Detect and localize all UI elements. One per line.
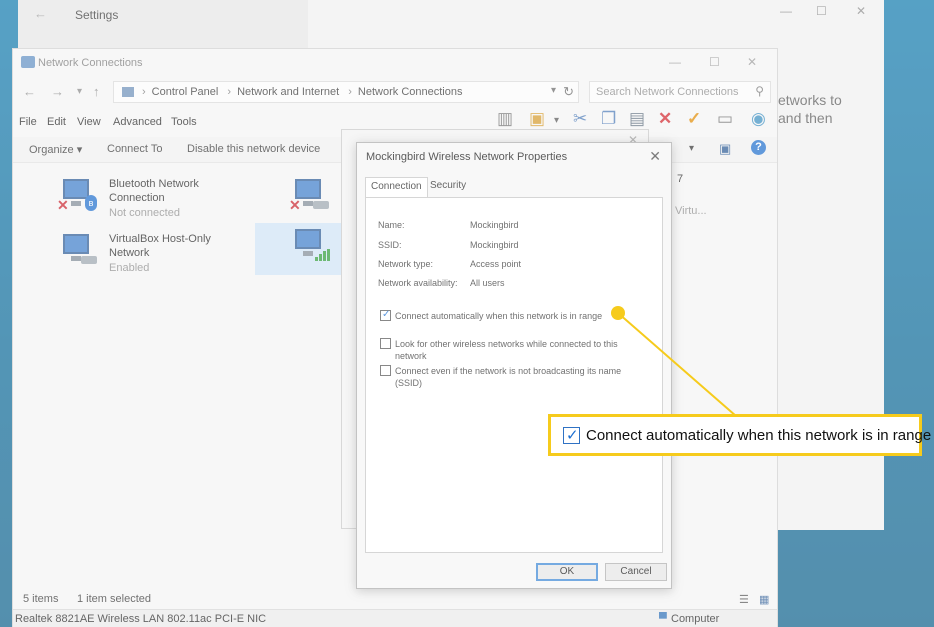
callout-text: Connect automatically when this network … bbox=[586, 427, 932, 444]
callout-dot bbox=[611, 306, 625, 320]
callout-box: Connect automatically when this network … bbox=[548, 414, 931, 456]
callout-checkbox-icon bbox=[563, 426, 580, 444]
callout-connector bbox=[617, 312, 737, 417]
